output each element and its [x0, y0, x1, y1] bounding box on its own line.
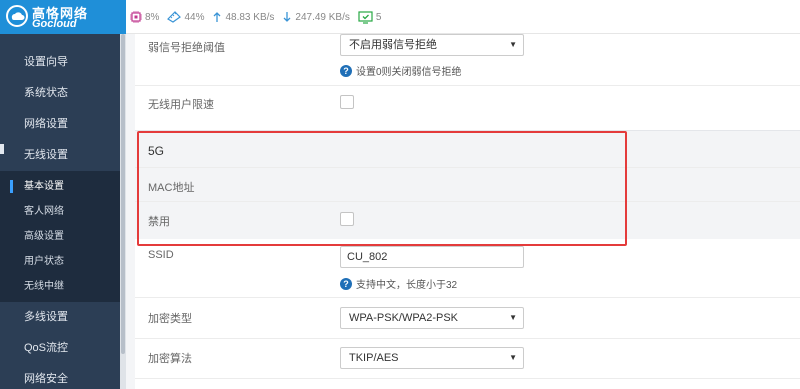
ssid-label: SSID	[148, 249, 174, 261]
download-arrow-icon	[283, 12, 291, 22]
sidebar-item-network-settings[interactable]: 网络设置	[0, 109, 120, 140]
devices-stat: 5	[358, 10, 382, 24]
divider	[135, 378, 800, 379]
memory-value: 44%	[184, 11, 205, 23]
divider	[135, 297, 800, 298]
ssid-input[interactable]: CU_802	[340, 246, 524, 268]
sidebar-item-network-security[interactable]: 网络安全	[0, 364, 120, 389]
sidebar-subitem-wireless-repeater[interactable]: 无线中继	[0, 274, 120, 299]
memory-icon	[167, 11, 182, 23]
sidebar-subitem-advanced-settings[interactable]: 高级设置	[0, 224, 120, 249]
sidebar-subitem-user-status[interactable]: 用户状态	[0, 249, 120, 274]
monitor-check-icon	[358, 10, 373, 24]
encryption-algo-select[interactable]: TKIP/AES ▼	[340, 347, 524, 369]
encryption-algo-value: TKIP/AES	[349, 352, 399, 364]
divider	[135, 85, 800, 86]
ssid-hint-text: 支持中文，长度小于32	[356, 280, 458, 291]
cpu-value: 8%	[145, 11, 160, 23]
chevron-down-icon: ▼	[509, 313, 517, 322]
cpu-icon	[130, 11, 142, 23]
upload-arrow-icon	[214, 12, 221, 22]
cloud-logo-icon	[6, 5, 28, 27]
encryption-type-select[interactable]: WPA-PSK/WPA2-PSK ▼	[340, 307, 524, 329]
weak-signal-value: 不启用弱信号拒绝	[349, 39, 437, 51]
chevron-down-icon: ▼	[509, 40, 517, 49]
sidebar: 设置向导 系统状态 网络设置 无线设置 基本设置 客人网络 高级设置 用户状态 …	[0, 34, 120, 389]
encryption-type-label: 加密类型	[148, 313, 192, 325]
weak-signal-select[interactable]: 不启用弱信号拒绝 ▼	[340, 34, 524, 56]
status-bar: 8% 44% 48.83 KB/s 247.49 KB/s 5	[130, 0, 381, 34]
sidebar-scrollbar[interactable]	[120, 34, 126, 389]
wireless-submenu: 基本设置 客人网络 高级设置 用户状态 无线中继	[0, 171, 120, 302]
upload-stat: 48.83 KB/s	[212, 11, 274, 23]
top-bar: 高恪网络 Gocloud 8% 44% 48.83 KB/s 247.49 KB…	[0, 0, 800, 34]
wireless-limit-label: 无线用户限速	[148, 99, 214, 111]
sidebar-item-setup-wizard[interactable]: 设置向导	[0, 47, 120, 78]
devices-value: 5	[375, 11, 382, 23]
cpu-stat: 8%	[130, 11, 159, 23]
help-icon: ?	[340, 64, 352, 77]
sidebar-scroll-thumb[interactable]	[121, 34, 125, 354]
help-icon: ?	[340, 277, 352, 290]
weak-signal-label: 弱信号拒绝阈值	[148, 42, 225, 54]
sidebar-subitem-basic-settings[interactable]: 基本设置	[0, 174, 120, 199]
ssid-hint: ? 支持中文，长度小于32	[340, 276, 457, 291]
divider	[135, 338, 800, 339]
brand-name-en: Gocloud	[32, 18, 77, 30]
sidebar-item-system-status[interactable]: 系统状态	[0, 78, 120, 109]
download-value: 247.49 KB/s	[295, 11, 350, 23]
highlight-box	[137, 131, 627, 246]
upload-value: 48.83 KB/s	[225, 11, 275, 23]
sidebar-edge-marker	[0, 144, 4, 154]
sidebar-subitem-guest-network[interactable]: 客人网络	[0, 199, 120, 224]
weak-signal-hint-text: 设置0则关闭弱信号拒绝	[356, 67, 462, 78]
encryption-algo-label: 加密算法	[148, 353, 192, 365]
memory-stat: 44%	[167, 11, 204, 23]
sidebar-item-multi-wan[interactable]: 多线设置	[0, 302, 120, 333]
sidebar-item-qos[interactable]: QoS流控	[0, 333, 120, 364]
encryption-type-value: WPA-PSK/WPA2-PSK	[349, 312, 459, 324]
sidebar-item-wireless-settings[interactable]: 无线设置	[0, 140, 120, 171]
top-right-area	[780, 0, 800, 34]
brand-logo[interactable]: 高恪网络 Gocloud	[0, 0, 126, 34]
chevron-down-icon: ▼	[509, 353, 517, 362]
wireless-limit-checkbox[interactable]	[340, 95, 354, 109]
weak-signal-hint: ? 设置0则关闭弱信号拒绝	[340, 63, 462, 78]
download-stat: 247.49 KB/s	[282, 11, 350, 23]
